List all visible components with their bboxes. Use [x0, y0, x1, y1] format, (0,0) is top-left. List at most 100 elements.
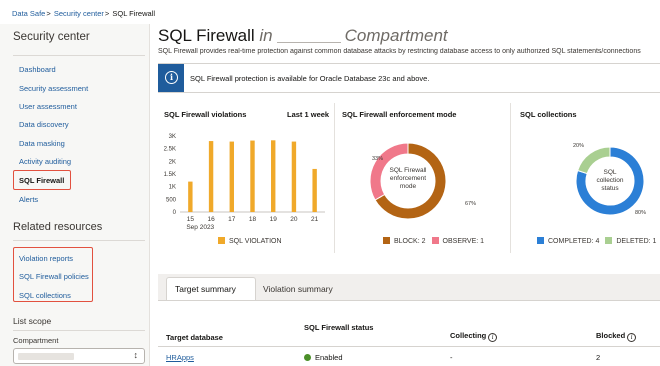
violations-bar-chart: 0 500 1K 1.5K 2K 2.5K 3K 15 16 17 18 19 20 21 Sep 2023 — [164, 134, 325, 231]
y-tick-label: 3K — [169, 134, 176, 140]
panel-divider-2 — [510, 103, 511, 253]
column-header-target-database[interactable]: Target database — [166, 333, 223, 342]
y-tick-label: 500 — [166, 197, 177, 203]
y-tick-label: 0 — [173, 210, 177, 216]
collections-center-line-2: collection — [596, 177, 624, 184]
legend-value-deleted: 1 — [652, 238, 657, 245]
related-sql-collections[interactable]: SQL collections — [19, 291, 71, 300]
compartment-value — [18, 353, 74, 360]
legend-value-completed: 4 — [595, 238, 600, 245]
y-tick-label: 1K — [169, 185, 176, 191]
column-header-blocked[interactable]: Blocked i — [596, 331, 637, 342]
enforcement-donut-center: SQL Firewall enforcement mode — [378, 167, 438, 191]
info-circle-icon[interactable]: i — [488, 333, 498, 342]
table-row-collecting: - — [450, 353, 453, 362]
enforcement-block-pct: 67% — [465, 201, 477, 207]
y-tick-label: 1.5K — [164, 172, 176, 178]
sidebar-item-security-assessment[interactable]: Security assessment — [19, 84, 88, 93]
table-header-separator — [158, 346, 660, 347]
column-header-sql-firewall-status[interactable]: SQL Firewall status — [304, 323, 373, 332]
enforcement-observe-pct-value: 33 — [372, 156, 379, 162]
panel-divider-1 — [334, 103, 335, 253]
related-sql-firewall-policies[interactable]: SQL Firewall policies — [19, 272, 89, 281]
compartment-label: Compartment — [13, 336, 59, 345]
violations-chart-period: Last 1 week — [287, 110, 330, 119]
info-icon: i — [165, 71, 178, 84]
violations-legend: SQL VIOLATION — [218, 237, 282, 245]
collections-legend: COMPLETED: 4 DELETED: 1 — [537, 237, 660, 245]
info-circle-icon[interactable]: i — [627, 333, 637, 342]
violation-bar[interactable] — [271, 140, 276, 212]
breadcrumb-security-center[interactable]: Security center — [54, 9, 104, 18]
enforcement-center-line-3: mode — [399, 183, 417, 190]
enforcement-observe-pct: 33% — [372, 156, 384, 162]
x-tick-label: 21 — [311, 216, 319, 223]
page-title-scope: Compartment — [344, 26, 448, 45]
enforcement-legend: BLOCK: 2 OBSERVE: 1 — [383, 237, 490, 245]
related-violation-reports[interactable]: Violation reports — [19, 254, 73, 263]
sidebar-item-data-discovery[interactable]: Data discovery — [19, 120, 69, 129]
info-banner-icon-area: i — [158, 64, 184, 92]
collections-completed-pct: 80% — [635, 210, 647, 216]
legend-label-violation: SQL VIOLATION — [229, 238, 282, 245]
list-scope-label: List scope — [13, 316, 52, 326]
enforcement-center-line-2: enforcement — [389, 175, 427, 182]
collections-donut-center: SQL collection status — [582, 169, 638, 193]
page-description: SQL Firewall provides real-time protecti… — [158, 48, 641, 55]
legend-swatch-observe — [431, 237, 439, 244]
table-row-status: Enabled — [304, 353, 343, 362]
related-resources-title: Related resources — [13, 221, 103, 233]
enforcement-block-pct-value: 67 — [465, 201, 472, 207]
table-row-target-link[interactable]: HRApps — [166, 353, 194, 362]
violation-bar[interactable] — [250, 140, 255, 212]
breadcrumb-separator: > — [46, 9, 51, 18]
legend-value-block: 2 — [421, 238, 426, 245]
violation-bar[interactable] — [312, 168, 317, 212]
breadcrumb-current: SQL Firewall — [112, 9, 156, 18]
y-tick-label: 2.5K — [164, 147, 176, 153]
breadcrumb-data-safe[interactable]: Data Safe — [12, 9, 45, 18]
sidebar-item-dashboard[interactable]: Dashboard — [19, 65, 56, 74]
enabled-status-dot-icon — [304, 354, 311, 361]
sidebar-item-user-assessment[interactable]: User assessment — [19, 102, 77, 111]
main-content: SQL Firewall in Compartment SQL Firewall … — [150, 0, 660, 366]
sidebar-item-data-masking[interactable]: Data masking — [19, 139, 65, 148]
sidebar-divider — [13, 55, 145, 56]
breadcrumb: Data Safe> Security center> SQL Firewall — [12, 9, 155, 18]
tab-target-summary[interactable]: Target summary — [175, 284, 236, 294]
sidebar-item-sql-firewall[interactable]: SQL Firewall — [19, 176, 64, 185]
compartment-select[interactable]: ↕ — [13, 348, 145, 364]
table-row-blocked: 2 — [596, 353, 601, 362]
info-banner-text: SQL Firewall protection is available for… — [190, 74, 430, 83]
violation-bar[interactable] — [188, 181, 193, 212]
compartment-name-placeholder — [276, 29, 341, 43]
table-row-status-text: Enabled — [315, 353, 343, 362]
legend-swatch-deleted — [605, 237, 613, 244]
legend-label-observe: OBSERVE — [442, 238, 477, 245]
collections-completed-pct-value: 80 — [635, 210, 642, 216]
violation-bar[interactable] — [229, 141, 234, 212]
x-tick-label: 19 — [270, 216, 278, 223]
column-header-blocked-label: Blocked — [596, 331, 626, 340]
y-tick-label: 2K — [169, 159, 176, 165]
legend-label-deleted: DELETED — [616, 238, 649, 245]
violation-bar[interactable] — [208, 141, 214, 212]
breadcrumb-separator: > — [104, 9, 110, 18]
target-summary-table: Target database SQL Firewall status Coll… — [158, 300, 660, 366]
legend-swatch-violation — [218, 237, 225, 244]
violations-chart-title: SQL Firewall violations — [164, 110, 247, 119]
violation-bar[interactable] — [291, 141, 297, 212]
legend-swatch-completed — [537, 237, 544, 244]
tab-violation-summary[interactable]: Violation summary — [263, 284, 333, 294]
chevron-updown-icon: ↕ — [133, 350, 139, 360]
page-title-main: SQL Firewall — [158, 26, 255, 45]
column-header-collecting[interactable]: Collecting i — [450, 331, 498, 342]
x-tick-label: 17 — [228, 216, 236, 223]
legend-swatch-block — [383, 237, 390, 244]
legend-label-block: BLOCK — [394, 238, 418, 245]
x-tick-label: 18 — [249, 216, 257, 223]
collections-center-line-3: status — [601, 185, 619, 192]
sidebar-item-alerts[interactable]: Alerts — [19, 195, 38, 204]
legend-value-observe: 1 — [480, 238, 485, 245]
sidebar-item-activity-auditing[interactable]: Activity auditing — [19, 157, 71, 166]
